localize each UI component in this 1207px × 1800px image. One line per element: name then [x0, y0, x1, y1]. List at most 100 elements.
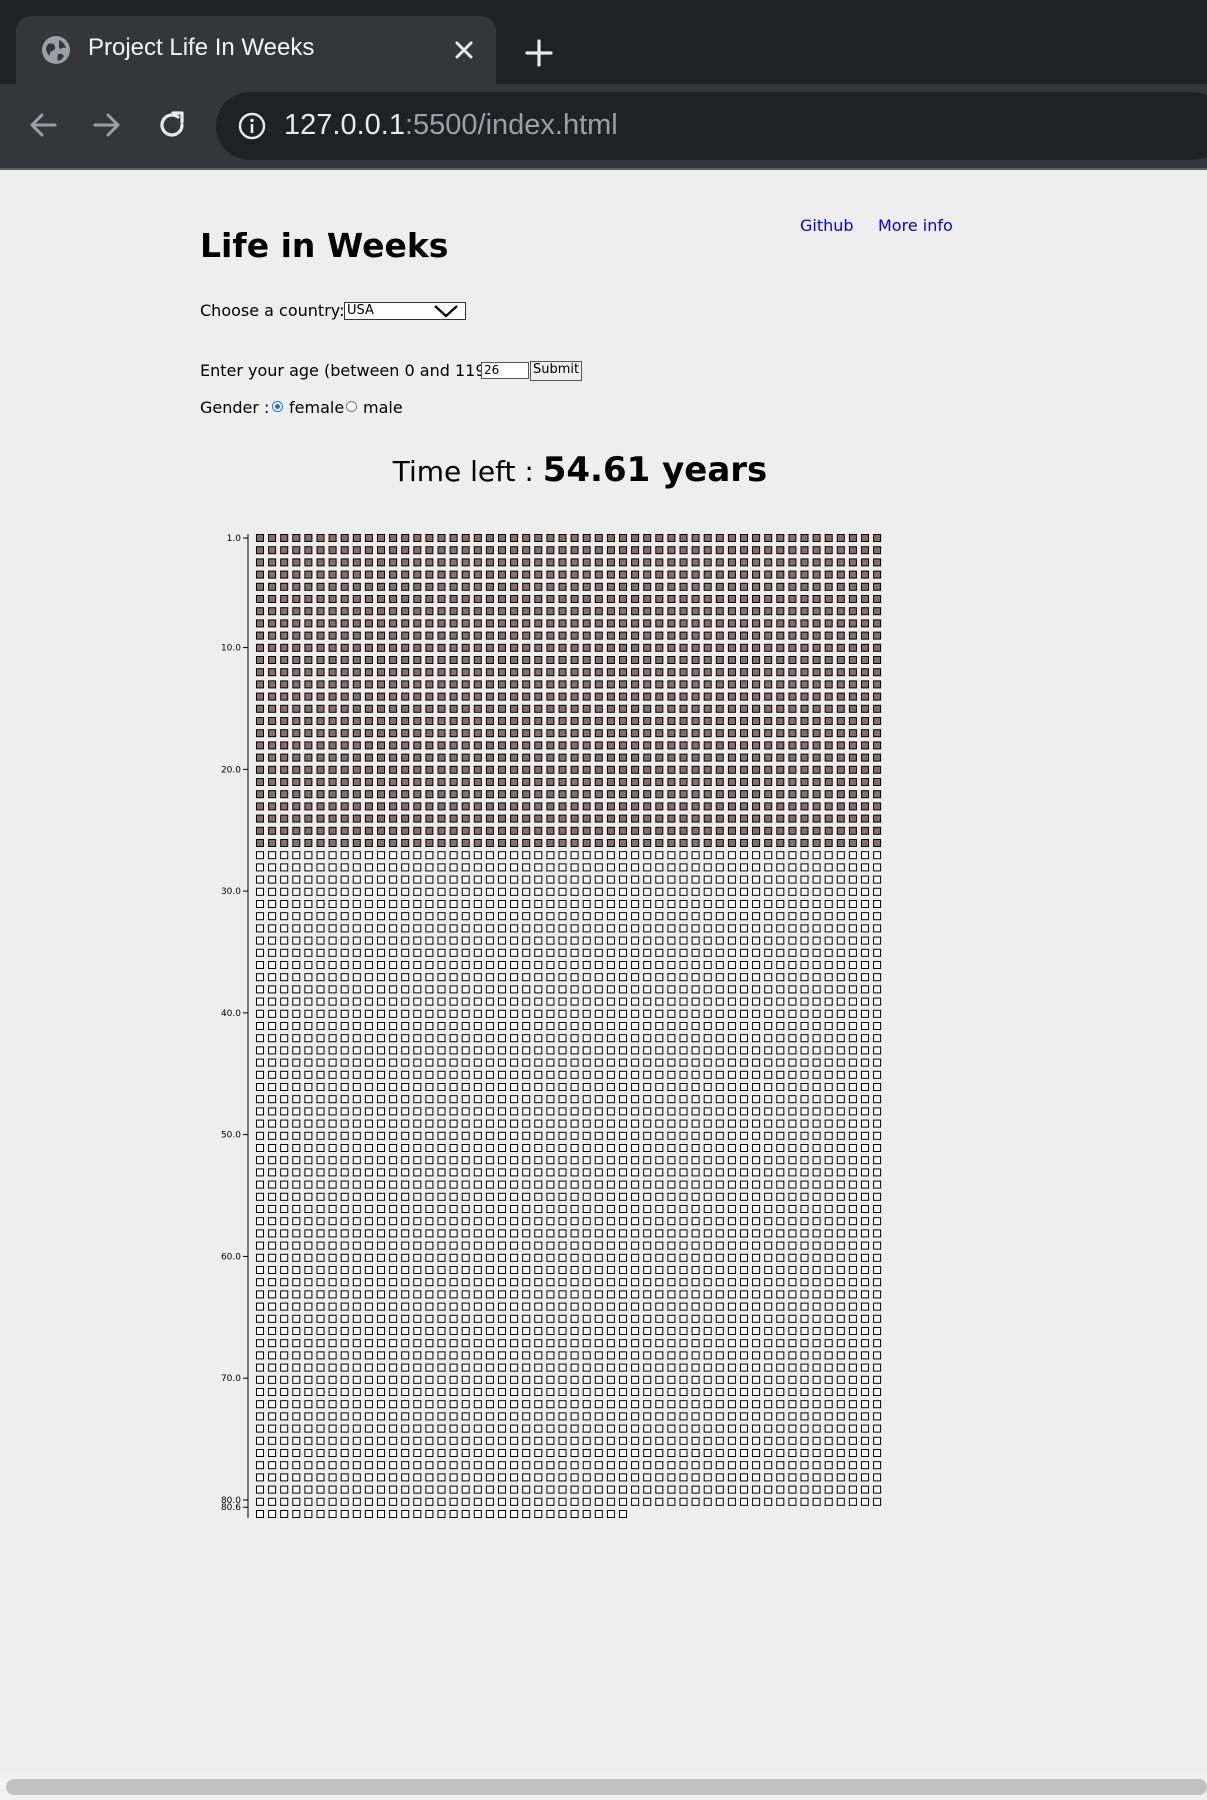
week-cell-lived	[836, 802, 845, 811]
week-cell-remaining	[582, 1327, 591, 1335]
week-cell-lived	[848, 839, 857, 847]
reload-icon[interactable]	[157, 110, 187, 140]
week-cell-remaining	[691, 1241, 700, 1250]
more-info-link[interactable]: More info	[878, 216, 953, 235]
week-cell-lived	[643, 826, 652, 835]
week-cell-remaining	[364, 1327, 373, 1335]
week-cell-lived	[643, 778, 652, 786]
forward-arrow-icon[interactable]	[92, 110, 122, 140]
week-cell-remaining	[461, 887, 470, 896]
browser-tab[interactable]: Project Life In Weeks	[16, 16, 496, 84]
week-cell-remaining	[631, 912, 640, 921]
week-cell-remaining	[606, 1485, 615, 1494]
week-cell-lived	[836, 704, 845, 713]
week-cell-remaining	[340, 948, 349, 957]
week-cell-lived	[498, 765, 506, 774]
week-cell-lived	[328, 753, 337, 762]
week-cell-remaining	[401, 887, 410, 896]
week-cell-remaining	[558, 973, 567, 982]
week-cell-lived	[328, 558, 337, 567]
week-cell-remaining	[389, 1144, 398, 1152]
week-cell-remaining	[461, 1314, 470, 1323]
gender-radio-male[interactable]	[346, 401, 357, 412]
week-cell-remaining	[461, 1412, 470, 1421]
week-cell-lived	[256, 790, 264, 799]
week-cell-remaining	[606, 1095, 615, 1104]
week-cell-lived	[558, 534, 567, 542]
week-cell-remaining	[522, 1058, 531, 1067]
week-cell-remaining	[873, 936, 882, 945]
week-cell-remaining	[679, 1302, 688, 1311]
week-cell-lived	[703, 790, 712, 799]
week-cell-remaining	[546, 1436, 555, 1445]
week-cell-lived	[606, 582, 615, 591]
address-bar[interactable]: 127.0.0.1:5500/index.html	[216, 92, 1207, 160]
week-cell-lived	[304, 595, 313, 603]
week-cell-remaining	[824, 1156, 833, 1165]
week-cell-remaining	[268, 1241, 277, 1250]
time-left: Time left : 54.61 years	[0, 450, 1160, 490]
info-icon[interactable]	[238, 112, 266, 140]
week-cell-remaining	[800, 1107, 809, 1116]
week-cell-lived	[643, 753, 652, 762]
week-cell-remaining	[364, 1302, 373, 1311]
week-cell-lived	[534, 668, 543, 677]
new-tab-plus-icon[interactable]	[524, 38, 554, 68]
week-cell-remaining	[715, 1266, 724, 1274]
week-cell-remaining	[655, 973, 664, 982]
week-cell-remaining	[498, 1278, 506, 1287]
week-cell-lived	[752, 717, 761, 725]
week-cell-lived	[594, 546, 603, 555]
week-cell-remaining	[752, 1314, 761, 1323]
week-cell-lived	[740, 839, 748, 847]
week-cell-remaining	[377, 1278, 385, 1287]
week-cell-remaining	[727, 1485, 736, 1494]
week-cell-lived	[292, 558, 301, 567]
week-cell-lived	[546, 704, 555, 713]
week-cell-remaining	[764, 887, 773, 896]
week-cell-lived	[522, 814, 531, 823]
submit-button[interactable]: Submit	[530, 361, 583, 381]
country-select[interactable]: USA	[344, 302, 466, 320]
age-input[interactable]: 26	[481, 362, 529, 379]
week-cell-lived	[594, 826, 603, 835]
week-cell-remaining	[740, 1412, 748, 1421]
horizontal-scrollbar-thumb[interactable]	[6, 1779, 1207, 1795]
week-cell-remaining	[546, 1351, 555, 1360]
week-cell-lived	[546, 546, 555, 555]
week-cell-remaining	[740, 961, 748, 969]
gender-radio-female[interactable]	[272, 401, 283, 412]
week-cell-lived	[643, 692, 652, 701]
week-cell-remaining	[292, 1266, 301, 1274]
week-cell-remaining	[377, 1351, 385, 1360]
week-cell-remaining	[582, 1388, 591, 1396]
week-cell-lived	[691, 753, 700, 762]
week-cell-remaining	[364, 924, 373, 933]
github-link[interactable]: Github	[800, 216, 854, 235]
week-cell-remaining	[401, 1241, 410, 1250]
back-arrow-icon[interactable]	[28, 110, 58, 140]
week-cell-lived	[740, 729, 748, 738]
week-cell-remaining	[764, 1327, 773, 1335]
week-cell-remaining	[582, 863, 591, 872]
week-cell-remaining	[812, 1339, 821, 1348]
week-cell-remaining	[582, 973, 591, 982]
week-cell-remaining	[800, 900, 809, 908]
week-cell-remaining	[256, 1217, 264, 1226]
week-cell-remaining	[703, 1266, 712, 1274]
week-cell-remaining	[836, 1070, 845, 1079]
week-cell-lived	[304, 668, 313, 677]
week-cell-remaining	[498, 1058, 506, 1067]
week-cell-remaining	[352, 1351, 361, 1360]
week-cell-remaining	[316, 948, 325, 957]
week-cell-lived	[679, 631, 688, 640]
week-cell-remaining	[534, 1363, 543, 1372]
week-cell-lived	[340, 619, 349, 628]
week-cell-remaining	[328, 1022, 337, 1030]
close-icon[interactable]	[452, 38, 476, 62]
week-cell-remaining	[437, 1034, 446, 1043]
week-cell-remaining	[340, 1144, 349, 1152]
week-cell-lived	[413, 826, 422, 835]
week-cell-lived	[437, 778, 446, 786]
week-cell-remaining	[304, 1144, 313, 1152]
